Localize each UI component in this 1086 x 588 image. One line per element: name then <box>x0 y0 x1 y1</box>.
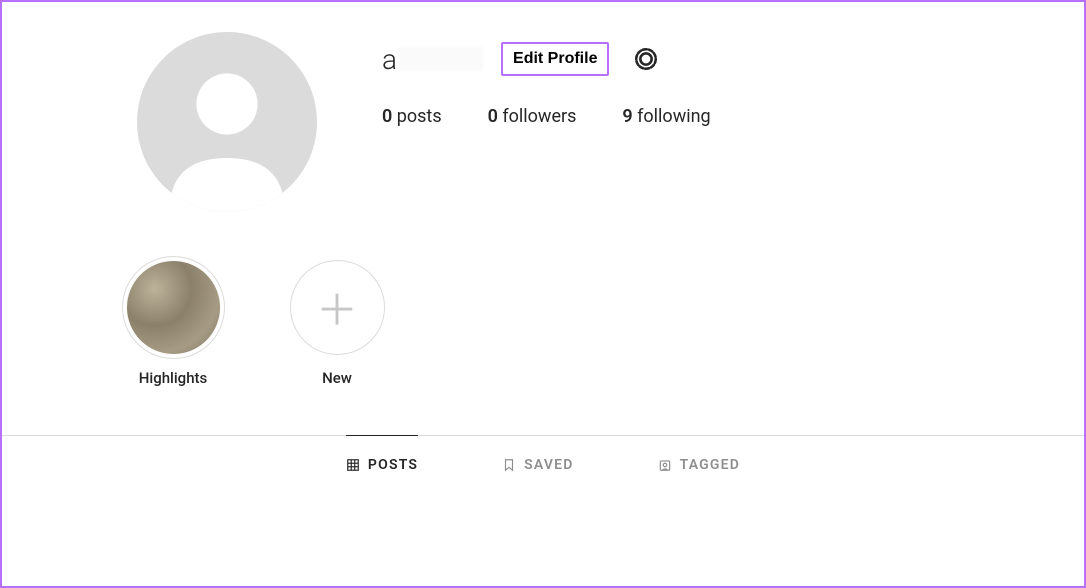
profile-stats: 0 posts 0 followers 9 following <box>382 106 1004 127</box>
profile-page: a Edit Profile 0 posts 0 followers <box>0 0 1086 588</box>
following-label: following <box>637 106 711 127</box>
profile-info: a Edit Profile 0 posts 0 followers <box>372 32 1004 212</box>
posts-count: 0 <box>382 106 392 127</box>
tab-tagged[interactable]: TAGGED <box>658 435 740 493</box>
plus-icon: ＋ <box>316 277 358 338</box>
edit-profile-button[interactable]: Edit Profile <box>501 42 609 76</box>
posts-label: posts <box>397 106 442 127</box>
gear-icon <box>633 46 659 72</box>
avatar-column <box>82 32 372 212</box>
followers-label: followers <box>502 106 576 127</box>
grid-icon <box>346 458 360 472</box>
tab-posts[interactable]: POSTS <box>346 435 418 493</box>
person-icon <box>137 32 317 212</box>
tab-saved-label: SAVED <box>524 457 573 473</box>
username: a <box>382 43 483 76</box>
tab-tagged-label: TAGGED <box>680 457 740 473</box>
highlight-new[interactable]: ＋ New <box>282 260 392 387</box>
highlight-label: New <box>322 369 352 387</box>
settings-button[interactable] <box>633 46 659 72</box>
profile-tabs: POSTS SAVED TAGGED <box>2 435 1084 492</box>
tab-saved[interactable]: SAVED <box>502 435 573 493</box>
profile-title-row: a Edit Profile <box>382 42 1004 76</box>
stat-followers[interactable]: 0 followers <box>488 106 577 127</box>
followers-count: 0 <box>488 106 498 127</box>
highlight-item[interactable]: Highlights <box>118 260 228 387</box>
following-count: 9 <box>622 106 632 127</box>
tab-posts-label: POSTS <box>368 457 418 473</box>
story-highlights: Highlights ＋ New <box>2 260 1084 387</box>
username-redacted <box>399 47 483 71</box>
profile-header: a Edit Profile 0 posts 0 followers <box>2 2 1084 242</box>
highlight-add-circle: ＋ <box>290 260 385 355</box>
profile-avatar[interactable] <box>137 32 317 212</box>
stat-posts: 0 posts <box>382 106 442 127</box>
highlight-label: Highlights <box>139 369 208 387</box>
highlight-cover <box>126 260 221 355</box>
tagged-icon <box>658 458 672 472</box>
username-visible: a <box>382 43 397 76</box>
bookmark-icon <box>502 458 516 472</box>
stat-following[interactable]: 9 following <box>622 106 710 127</box>
